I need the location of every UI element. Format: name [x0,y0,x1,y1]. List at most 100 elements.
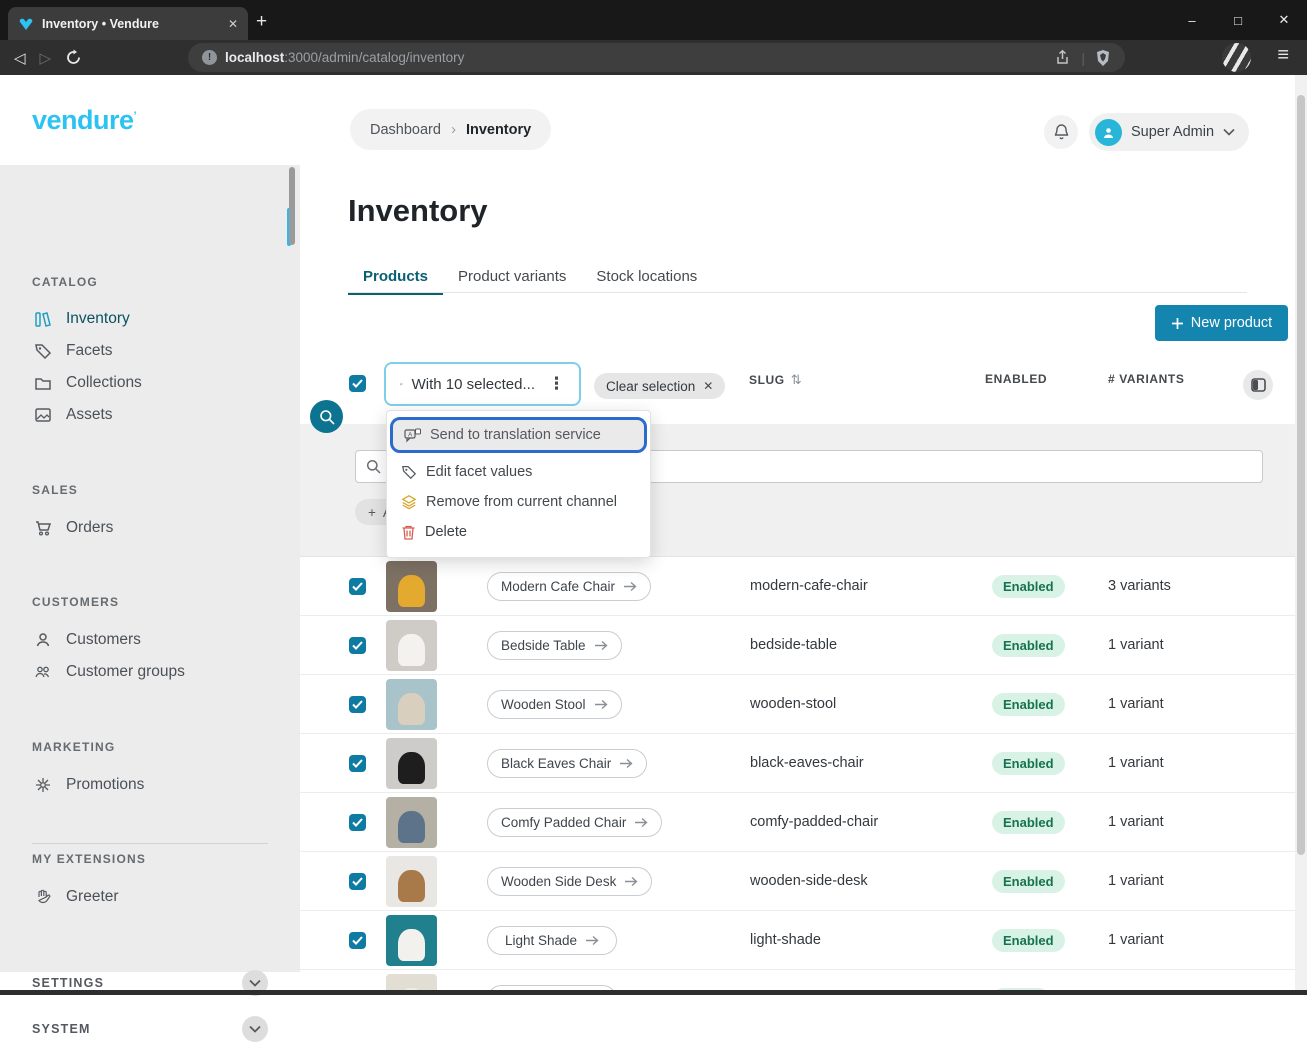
product-thumbnail[interactable] [386,915,437,966]
sidebar-item-orders[interactable]: Orders [0,512,290,544]
product-name-link[interactable]: Wooden Stool [487,690,622,719]
sidebar-scrollbar[interactable] [289,167,295,245]
breadcrumb-current: Inventory [466,122,531,138]
tab-products[interactable]: Products [348,260,443,292]
menu-item-remove-from-channel[interactable]: Remove from current channel [387,487,650,517]
sidebar-item-facets[interactable]: Facets [0,335,290,367]
row-checkbox[interactable] [349,578,366,595]
notifications-button[interactable] [1044,115,1078,149]
sidebar-item-collections[interactable]: Collections [0,367,290,399]
share-icon[interactable] [1054,49,1071,66]
breadcrumb-dashboard[interactable]: Dashboard [370,122,441,138]
sidebar-item-greeter[interactable]: Greeter [0,881,290,913]
sidebar: vendure’ CATALOG Inventory Facets [0,75,300,995]
clear-selection-button[interactable]: Clear selection ✕ [594,373,725,399]
product-thumbnail[interactable] [386,679,437,730]
url-bar[interactable]: ! localhost:3000/admin/catalog/inventory… [188,43,1125,72]
sidebar-item-customer-groups[interactable]: Customer groups [0,656,290,688]
row-checkbox[interactable] [349,932,366,949]
new-product-button[interactable]: New product [1155,305,1288,341]
with-selected-button[interactable]: With 10 selected... ⋮ [384,362,581,406]
column-header-enabled: ENABLED [985,372,1047,386]
browser-profile-avatar[interactable] [1222,43,1251,72]
product-name-link[interactable]: Light Shade [487,926,617,955]
enabled-badge: Enabled [992,634,1065,657]
product-slug: black-eaves-chair [750,734,864,793]
product-thumbnail[interactable] [386,738,437,789]
row-checkbox[interactable] [349,873,366,890]
copy-icon [400,376,403,392]
variant-count: 1 variant [1108,852,1164,911]
sidebar-section-system[interactable]: SYSTEM [32,1015,268,1043]
sparkle-icon [34,776,52,794]
row-checkbox[interactable] [349,696,366,713]
product-thumbnail[interactable] [386,856,437,907]
brave-shield-icon[interactable] [1095,49,1111,67]
section-customers: CUSTOMERS [32,595,119,609]
sort-icon[interactable]: ⇅ [791,372,803,387]
with-selected-label: With 10 selected... [412,376,535,393]
row-checkbox[interactable] [349,814,366,831]
chevron-down-icon [1223,128,1235,136]
user-name: Super Admin [1131,124,1214,140]
product-thumbnail[interactable] [386,561,437,612]
vendure-logo[interactable]: vendure’ [32,105,136,136]
search-toggle-button[interactable] [310,400,343,433]
section-marketing: MARKETING [32,740,115,754]
tab-product-variants[interactable]: Product variants [443,260,581,292]
product-thumbnail[interactable] [386,620,437,671]
back-button[interactable]: ◁ [14,49,26,67]
section-catalog: CATALOG [32,275,98,289]
column-settings-button[interactable] [1243,370,1273,400]
sidebar-item-promotions[interactable]: Promotions [0,769,290,801]
arrow-right-icon [623,581,637,592]
sidebar-item-inventory[interactable]: Inventory [0,303,290,335]
enabled-badge: Enabled [992,870,1065,893]
refresh-icon[interactable] [65,49,82,66]
window-maximize-button[interactable]: □ [1215,0,1261,40]
product-name-link[interactable]: Modern Cafe Chair [487,572,651,601]
sidebar-divider [32,843,268,844]
page-scrollbar[interactable] [1295,75,1307,995]
user-icon [34,631,52,649]
sidebar-item-assets[interactable]: Assets [0,399,290,431]
arrow-right-icon [634,817,648,828]
arrow-right-icon [619,758,633,769]
product-thumbnail[interactable] [386,797,437,848]
user-menu[interactable]: Super Admin [1089,113,1249,151]
arrow-right-icon [624,876,638,887]
product-name-link[interactable]: Bedside Table [487,631,622,660]
menu-item-edit-facet-values[interactable]: Edit facet values [387,457,650,487]
breadcrumb[interactable]: Dashboard › Inventory [350,109,551,150]
site-info-icon[interactable]: ! [202,50,217,65]
chevron-down-icon[interactable] [242,1016,268,1042]
column-header-slug[interactable]: SLUG⇅ [749,372,802,388]
window-close-button[interactable]: ✕ [1261,0,1307,40]
arrow-right-icon [585,935,599,946]
table-row: Wooden Side Desk wooden-side-desk Enable… [300,852,1295,911]
select-all-checkbox[interactable] [349,375,366,392]
browser-tab[interactable]: Inventory • Vendure ✕ [8,7,248,40]
tab-close-icon[interactable]: ✕ [228,17,238,31]
sidebar-item-customers[interactable]: Customers [0,624,290,656]
row-checkbox[interactable] [349,755,366,772]
browser-menu-icon[interactable]: ≡ [1277,44,1289,67]
row-checkbox[interactable] [349,637,366,654]
variant-count: 1 variant [1108,616,1164,675]
search-icon [319,409,335,425]
new-tab-button[interactable]: + [256,12,267,31]
product-name-link[interactable]: Comfy Padded Chair [487,808,662,837]
url-text[interactable]: localhost:3000/admin/catalog/inventory [225,50,1046,65]
scrollbar-thumb[interactable] [1297,95,1305,855]
menu-item-delete[interactable]: Delete [387,517,650,547]
tab-stock-locations[interactable]: Stock locations [581,260,712,292]
menu-item-send-to-translation[interactable]: A Send to translation service [390,417,647,453]
window-minimize-button[interactable]: – [1169,0,1215,40]
window-bottom-edge [0,990,1307,995]
tab-bar: Products Product variants Stock location… [348,260,712,292]
cart-icon [34,519,52,537]
product-name-link[interactable]: Black Eaves Chair [487,749,647,778]
kebab-menu-icon[interactable]: ⋮ [544,374,569,394]
user-avatar [1095,119,1122,146]
product-name-link[interactable]: Wooden Side Desk [487,867,652,896]
